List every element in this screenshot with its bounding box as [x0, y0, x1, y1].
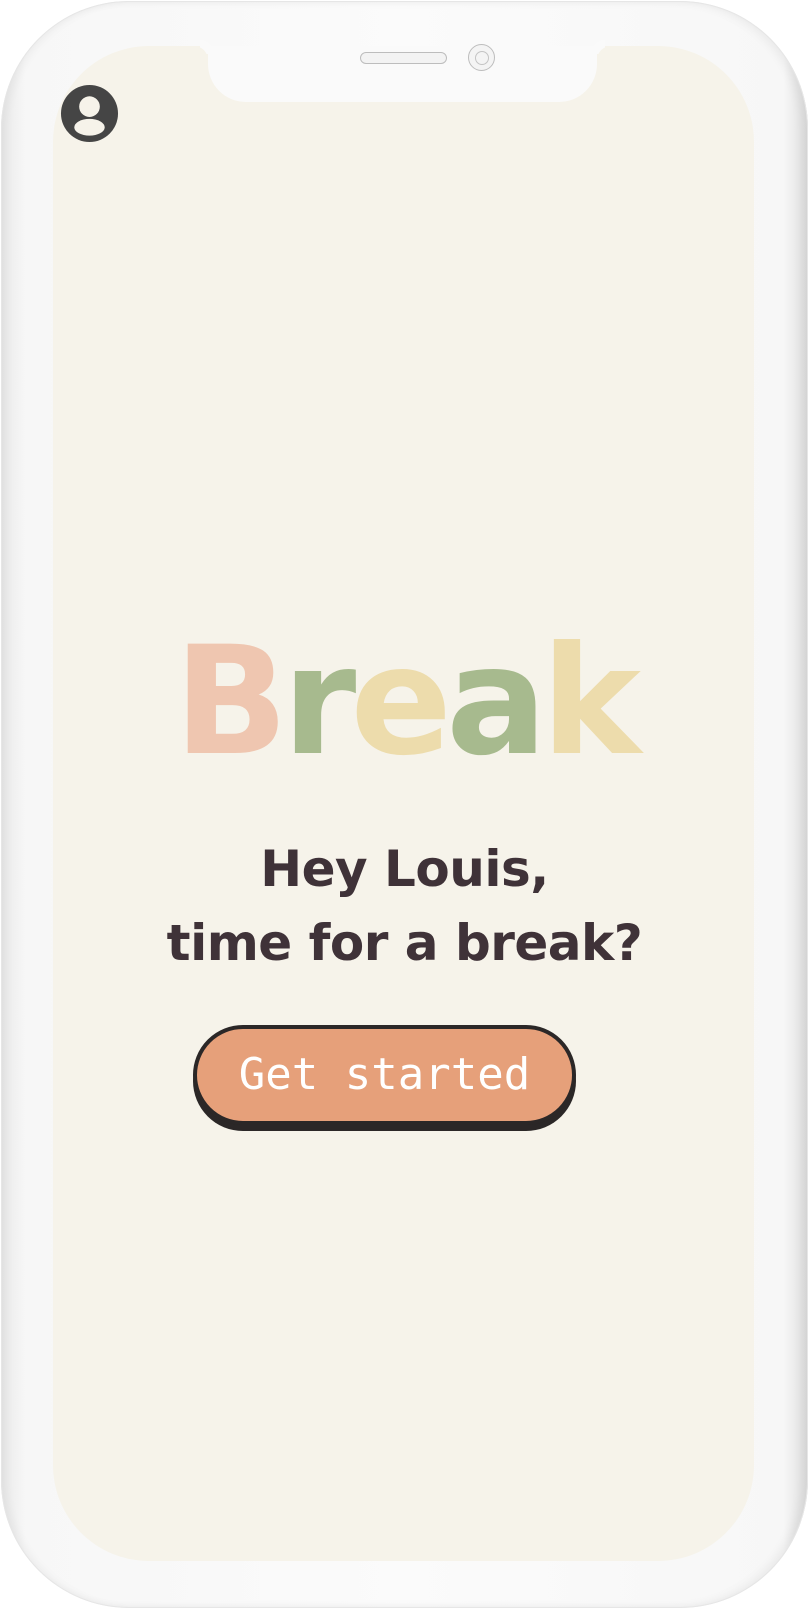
user-circle-icon	[60, 84, 119, 143]
brand-letter: r	[282, 615, 356, 789]
speaker-grille	[360, 52, 447, 64]
brand-letter: B	[173, 615, 288, 789]
get-started-button[interactable]: Get started	[193, 1025, 576, 1125]
brand-letter: k	[541, 615, 641, 789]
greeting-line-1: Hey Louis,	[260, 840, 549, 898]
app-screen	[53, 46, 754, 1561]
brand-letter: a	[446, 615, 547, 789]
profile-avatar-button[interactable]	[60, 84, 119, 143]
brand-letter: e	[350, 615, 452, 789]
greeting-message: Hey Louis, time for a break?	[0, 832, 809, 980]
greeting-line-2: time for a break?	[166, 914, 643, 972]
front-camera-icon	[468, 44, 495, 71]
brand-logo-wordmark: Break	[0, 622, 809, 782]
